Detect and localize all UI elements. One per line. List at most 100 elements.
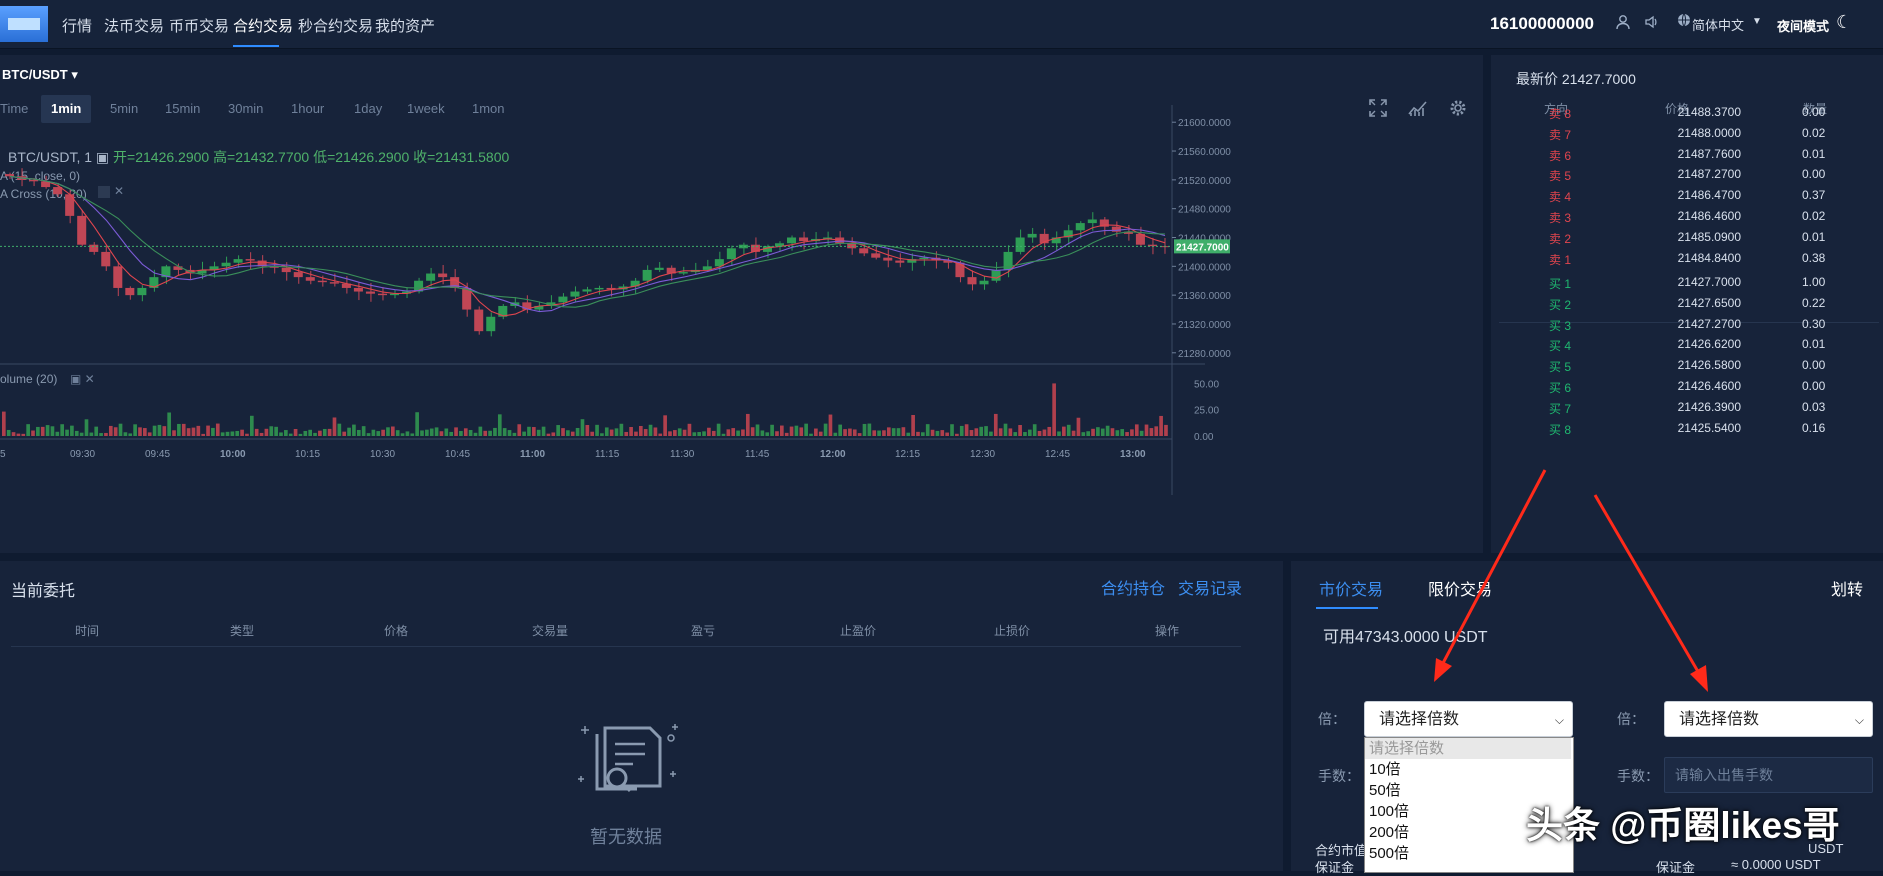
- sell-order-price[interactable]: 21487.2700: [1631, 167, 1741, 181]
- volume-bar: [663, 415, 667, 436]
- candle-body: [474, 309, 484, 332]
- volume-bar: [721, 433, 726, 436]
- volume-bar: [303, 430, 308, 436]
- candle-body: [871, 253, 881, 258]
- volume-bar: [692, 432, 697, 436]
- sell-order-price[interactable]: 21487.7600: [1631, 147, 1741, 161]
- sell-order-price[interactable]: 21485.0900: [1631, 230, 1741, 244]
- sell-order-price[interactable]: 21488.3700: [1631, 105, 1741, 119]
- sell-qty-input[interactable]: 请输入出售手数: [1664, 757, 1873, 793]
- volume-bar: [1164, 424, 1168, 436]
- watermark-text: 头条 @币圈likes哥: [1526, 805, 1840, 846]
- buy-order-price[interactable]: 21427.6500: [1631, 296, 1741, 310]
- candle-body: [1087, 219, 1097, 224]
- volume-bar: [352, 424, 356, 436]
- volume-bar: [648, 424, 653, 436]
- volume-bar: [1120, 429, 1125, 436]
- logo[interactable]: [0, 6, 48, 42]
- col-stop-loss: 止损价: [994, 624, 1031, 638]
- volume-bar: [26, 424, 30, 436]
- volume-bar: [857, 433, 862, 436]
- time-tick-label: 11:30: [670, 449, 695, 460]
- volume-bar: [332, 417, 337, 436]
- buy-order-price[interactable]: 21426.3900: [1631, 400, 1741, 414]
- tab-market-trade[interactable]: 市价交易: [1319, 576, 1383, 600]
- volume-bar: [235, 430, 240, 436]
- nav-item-spot[interactable]: 币币交易: [169, 15, 229, 36]
- buy-order-price[interactable]: 21427.7000: [1631, 275, 1741, 289]
- sell-order-price[interactable]: 21486.4600: [1631, 209, 1741, 223]
- volume-bar: [157, 424, 162, 436]
- sell-order-price[interactable]: 21484.8400: [1631, 251, 1741, 265]
- leverage-label-buy: 倍：: [1318, 711, 1346, 727]
- volume-bar: [206, 425, 210, 436]
- pair-selector[interactable]: BTC/USDT ▾: [2, 67, 78, 83]
- volume-bar: [94, 426, 99, 436]
- user-icon[interactable]: [1613, 14, 1633, 34]
- volume-bar: [55, 431, 60, 436]
- volume-bar: [21, 433, 26, 436]
- price-tick-label: 21400.0000: [1178, 262, 1231, 273]
- volume-bar: [459, 431, 463, 436]
- trade-history-link[interactable]: 交易记录: [1178, 575, 1242, 599]
- night-mode-toggle[interactable]: 夜间模式: [1777, 16, 1829, 35]
- speaker-icon[interactable]: [1642, 14, 1662, 34]
- margin-label-buy: 保证金: [1315, 860, 1355, 875]
- volume-bar: [123, 432, 128, 436]
- nav-item-assets[interactable]: 我的资产: [375, 15, 435, 36]
- buy-order-price[interactable]: 21426.4600: [1631, 379, 1741, 393]
- nav-item-contract[interactable]: 合约交易: [233, 15, 293, 36]
- time-tick-label: 12:30: [970, 449, 995, 460]
- candle-body: [113, 266, 123, 288]
- nav-item-fiat[interactable]: 法币交易: [104, 15, 164, 36]
- buy-order-side: 买 1: [1549, 277, 1572, 291]
- buy-order-side: 买 5: [1549, 360, 1572, 375]
- transfer-link[interactable]: 划转: [1831, 576, 1863, 600]
- leverage-option-placeholder[interactable]: 请选择倍数: [1365, 738, 1571, 759]
- volume-bar: [483, 430, 488, 436]
- sell-order-price[interactable]: 21488.0000: [1631, 126, 1741, 140]
- volume-bar: [400, 433, 405, 436]
- time-tick-label: 11:45: [745, 449, 770, 460]
- nav-item-market[interactable]: 行情: [62, 15, 92, 36]
- moving-average-line: [9, 175, 1166, 317]
- margin-value-sell: ≈ 0.0000 USDT: [1731, 857, 1821, 872]
- candle-body: [221, 262, 231, 267]
- candle-body: [799, 237, 809, 242]
- buy-order-price[interactable]: 21426.6200: [1631, 337, 1741, 351]
- buy-order-price[interactable]: 21426.5800: [1631, 358, 1741, 372]
- buy-order-qty: 0.00: [1802, 379, 1826, 393]
- volume-bar: [16, 433, 21, 436]
- candle-body: [426, 273, 436, 281]
- volume-bar: [118, 423, 123, 436]
- volume-bar: [921, 432, 925, 436]
- volume-bar: [585, 424, 590, 436]
- volume-bar: [828, 414, 833, 436]
- volume-bar: [852, 429, 857, 436]
- volume-bar: [741, 429, 745, 436]
- candle-body: [365, 291, 375, 294]
- nav-item-second-contract[interactable]: 秒合约交易: [298, 15, 373, 36]
- volume-tick-label: 50.00: [1194, 379, 1219, 390]
- language-selector[interactable]: 简体中文: [1692, 15, 1744, 34]
- sell-order-qty: 0.02: [1802, 125, 1826, 140]
- candle-body: [979, 280, 989, 285]
- volume-bar: [882, 430, 886, 436]
- buy-order-price[interactable]: 21427.2700: [1631, 317, 1741, 331]
- user-phone[interactable]: 16100000000: [1490, 14, 1594, 34]
- sell-order-price[interactable]: 21486.4700: [1631, 188, 1741, 202]
- candlestick-chart[interactable]: 21600.0000 21560.0000 21520.0000 21480.0000…: [0, 105, 1483, 555]
- volume-bar: [138, 427, 142, 436]
- volume-bar: [935, 430, 940, 436]
- trade-tab-underline: [1316, 607, 1378, 609]
- contract-positions-link[interactable]: 合约持仓: [1101, 575, 1165, 599]
- leverage-option-10x[interactable]: 10倍: [1365, 759, 1571, 780]
- volume-bar: [211, 427, 215, 436]
- volume-bar: [925, 424, 930, 436]
- buy-order-qty: 1.00: [1802, 275, 1826, 289]
- moon-icon[interactable]: ☾: [1836, 12, 1852, 33]
- volume-bar: [502, 428, 507, 436]
- volume-settings-icon[interactable]: ▣ ✕: [70, 372, 95, 386]
- buy-order-price[interactable]: 21425.5400: [1631, 421, 1741, 435]
- sell-order-qty: 0.37: [1802, 188, 1826, 203]
